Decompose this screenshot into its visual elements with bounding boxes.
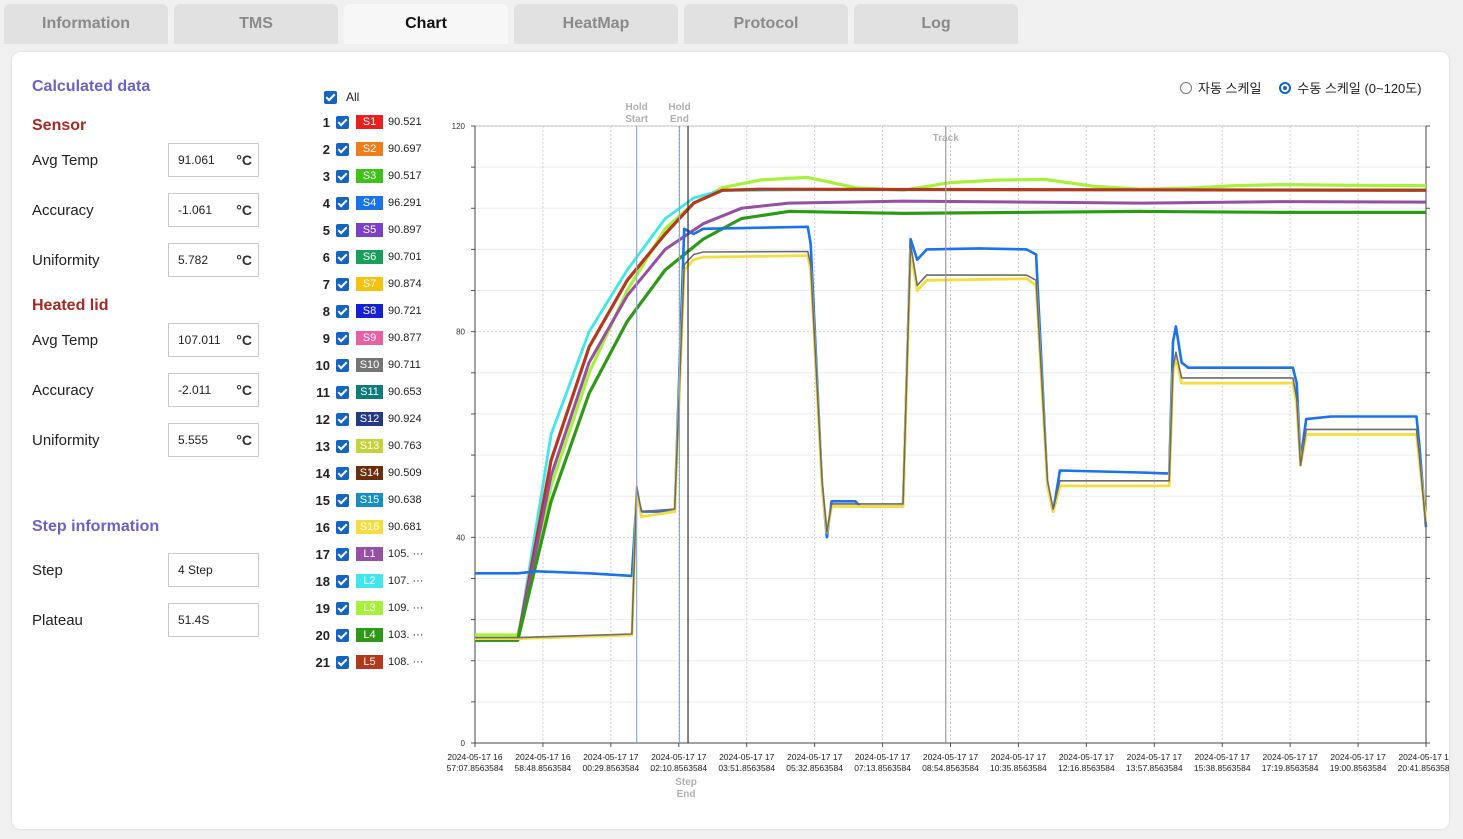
x-tick-label-date: 2024-05-17 17 [787, 752, 843, 762]
x-tick-label-date: 2024-05-17 16 [447, 752, 503, 762]
x-tick-label-date: 2024-05-17 17 [719, 752, 775, 762]
marker-label: Track [933, 133, 960, 144]
tab-chart[interactable]: Chart [344, 4, 508, 44]
chart-panel: Calculated data Sensor Avg Temp 91.061 °… [12, 52, 1449, 829]
x-tick-label-time: 08:54.8563584 [922, 763, 979, 773]
x-tick-label-date: 2024-05-17 17 [1195, 752, 1251, 762]
x-tick-label-time: 58:48.8563584 [515, 763, 572, 773]
x-tick-label-date: 2024-05-17 17 [1398, 752, 1449, 762]
x-tick-label-date: 2024-05-17 17 [991, 752, 1047, 762]
x-tick-label-date: 2024-05-17 17 [583, 752, 639, 762]
x-tick-label-date: 2024-05-17 17 [923, 752, 979, 762]
x-tick-label-date: 2024-05-17 17 [1059, 752, 1115, 762]
tab-protocol[interactable]: Protocol [684, 4, 848, 44]
x-tick-label-time: 13:57.8563584 [1126, 763, 1183, 773]
marker-label: Hold [626, 102, 648, 113]
y-tick-label: 120 [452, 122, 466, 131]
x-tick-label-time: 19:00.8563584 [1330, 763, 1387, 773]
x-tick-label-time: 12:16.8563584 [1058, 763, 1115, 773]
tab-bar: Information TMS Chart HeatMap Protocol L… [4, 4, 1024, 45]
x-tick-label-time: 00:29.8563584 [582, 763, 639, 773]
x-tick-label-time: 20:41.8563584 [1398, 763, 1449, 773]
x-tick-label-date: 2024-05-17 17 [1330, 752, 1386, 762]
x-tick-label-date: 2024-05-17 16 [515, 752, 571, 762]
x-tick-label-time: 03:51.8563584 [718, 763, 775, 773]
tab-information[interactable]: Information [4, 4, 168, 44]
x-tick-label-date: 2024-05-17 17 [651, 752, 707, 762]
x-tick-label-time: 57:07.8563584 [447, 763, 504, 773]
marker-label: Step [675, 777, 697, 788]
marker-label: End [670, 114, 689, 125]
temperature-chart[interactable]: 040801202024-05-17 1657:07.85635842024-0… [12, 52, 1449, 829]
marker-label: Start [625, 114, 648, 125]
marker-label: Hold [668, 102, 690, 113]
marker-label: End [677, 789, 696, 800]
tab-log[interactable]: Log [854, 4, 1018, 44]
x-tick-label-time: 17:19.8563584 [1262, 763, 1319, 773]
x-tick-label-time: 05:32.8563584 [786, 763, 843, 773]
y-tick-label: 80 [456, 328, 465, 337]
x-tick-label-time: 15:38.8563584 [1194, 763, 1251, 773]
x-tick-label-date: 2024-05-17 17 [1262, 752, 1318, 762]
x-tick-label-date: 2024-05-17 17 [855, 752, 911, 762]
y-tick-label: 0 [461, 739, 466, 748]
y-tick-label: 40 [456, 533, 465, 542]
x-tick-label-time: 10:35.8563584 [990, 763, 1047, 773]
x-tick-label-date: 2024-05-17 17 [1127, 752, 1183, 762]
tab-tms[interactable]: TMS [174, 4, 338, 44]
x-tick-label-time: 07:13.8563584 [854, 763, 911, 773]
x-tick-label-time: 02:10.8563584 [650, 763, 707, 773]
tab-heatmap[interactable]: HeatMap [514, 4, 678, 44]
